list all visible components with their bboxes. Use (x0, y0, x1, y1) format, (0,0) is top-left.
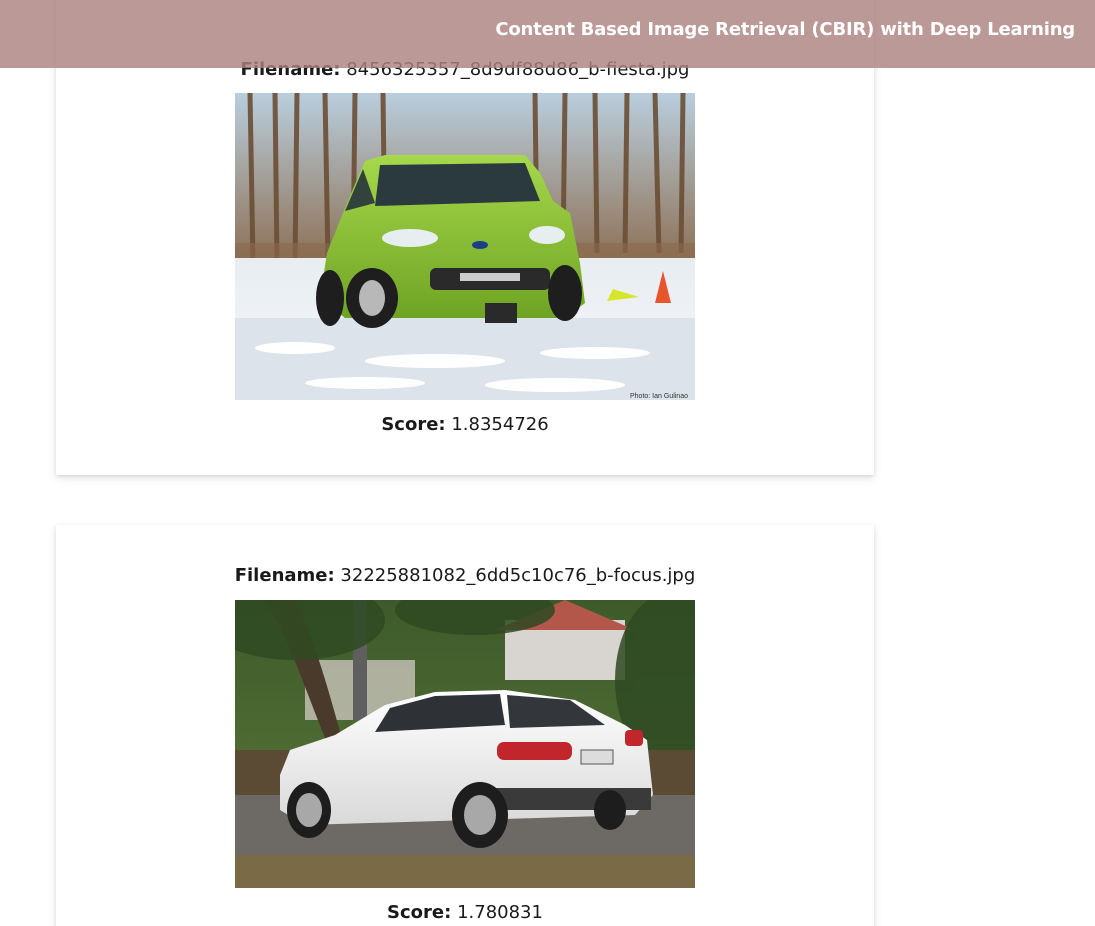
filename-value: 32225881082_6dd5c10c76_b-focus.jpg (340, 565, 696, 586)
result-card: Filename: 8456325357_8d9df88d86_b-fiesta… (56, 0, 874, 475)
filename-line: Filename: 32225881082_6dd5c10c76_b-focus… (56, 565, 874, 586)
score-line: Score: 1.780831 (56, 902, 874, 923)
app-title[interactable]: Content Based Image Retrieval (CBIR) wit… (495, 19, 1075, 40)
score-value: 1.780831 (457, 902, 543, 923)
score-line: Score: 1.8354726 (56, 414, 874, 435)
filename-label: Filename: (234, 565, 335, 586)
results-page: Filename: 8456325357_8d9df88d86_b-fiesta… (0, 0, 1095, 926)
result-image[interactable]: Photo: Ian Gulinao (235, 93, 695, 400)
result-card: Filename: 32225881082_6dd5c10c76_b-focus… (56, 525, 874, 926)
score-label: Score: (381, 414, 446, 435)
score-label: Score: (387, 902, 452, 923)
result-image[interactable] (235, 600, 695, 888)
focus-photo (235, 600, 695, 888)
fiesta-photo: Photo: Ian Gulinao (235, 93, 695, 400)
photo-credit: Photo: Ian Gulinao (630, 393, 688, 400)
header-bar: Content Based Image Retrieval (CBIR) wit… (0, 0, 1095, 68)
score-value: 1.8354726 (451, 414, 549, 435)
